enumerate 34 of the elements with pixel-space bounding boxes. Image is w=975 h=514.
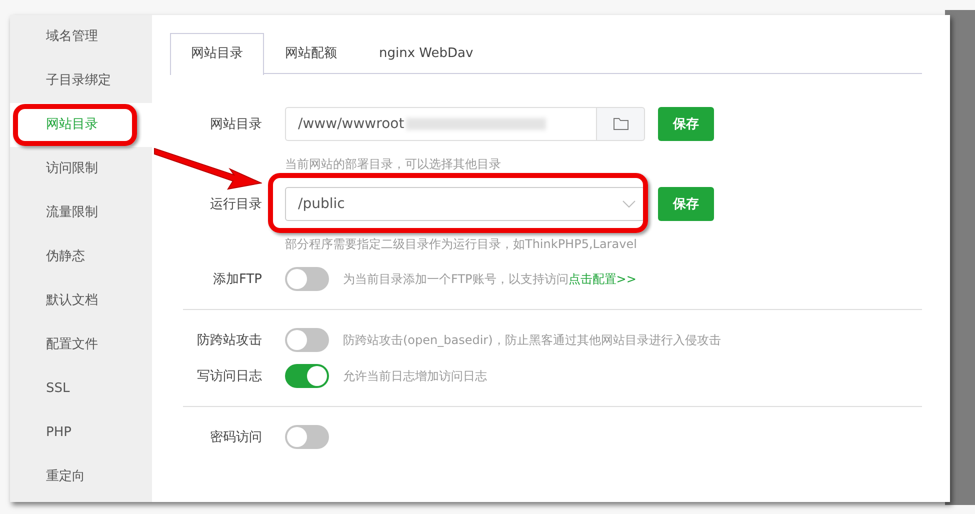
field-label: 网站目录 (209, 116, 262, 133)
sidebar-item[interactable]: 伪静态 (10, 235, 152, 279)
sidebar-item[interactable]: 配置文件 (10, 323, 152, 367)
sidebar-item[interactable]: 重定向 (10, 455, 152, 499)
field-label: 运行目录 (209, 196, 262, 213)
sidebar-item[interactable]: 域名管理 (10, 15, 152, 59)
path-value: /www/wwwroot (298, 116, 404, 132)
toggle-description: 防跨站攻击(open_basedir)，防止黑客通过其他网站目录进行入侵攻击 (343, 332, 721, 348)
hint-text: 当前网站的部署目录，可以选择其他目录 (285, 156, 502, 173)
hint-text: 部分程序需要指定二级目录作为运行目录，如ThinkPHP5,Laravel (285, 236, 638, 253)
tab[interactable]: nginx WebDav (358, 33, 494, 73)
toggle-label: 写访问日志 (196, 368, 262, 385)
sidebar-item[interactable]: 子目录绑定 (10, 59, 152, 103)
tab[interactable]: 网站配额 (264, 33, 358, 73)
toggle-switch[interactable] (285, 267, 329, 291)
toggle-label: 添加FTP (212, 271, 262, 288)
folder-button[interactable] (597, 107, 645, 141)
toggle-switch[interactable] (285, 328, 329, 352)
sidebar-item[interactable]: SSL (10, 367, 152, 411)
sidebar-item[interactable]: PHP (10, 411, 152, 455)
tab[interactable]: 网站目录 (170, 33, 264, 75)
toggle-label: 密码访问 (209, 429, 262, 446)
sidebar-item[interactable]: 默认文档 (10, 279, 152, 323)
toggle-description: 为当前目录添加一个FTP账号，以支持访问点击配置>> (343, 270, 636, 288)
toggle-switch[interactable] (285, 425, 329, 449)
toggle-switch[interactable] (285, 364, 329, 388)
toggle-label: 防跨站攻击 (196, 332, 262, 349)
sidebar-item[interactable]: 流量限制 (10, 191, 152, 235)
path-input-field[interactable]: /www/wwwroot (285, 107, 597, 141)
run-dir-select[interactable]: /public (285, 187, 645, 221)
chevron-down-icon (622, 200, 636, 208)
toggle-description: 允许当前日志增加访问日志 (343, 368, 487, 384)
folder-icon (612, 117, 628, 131)
sidebar-item[interactable]: 访问限制 (10, 147, 152, 191)
